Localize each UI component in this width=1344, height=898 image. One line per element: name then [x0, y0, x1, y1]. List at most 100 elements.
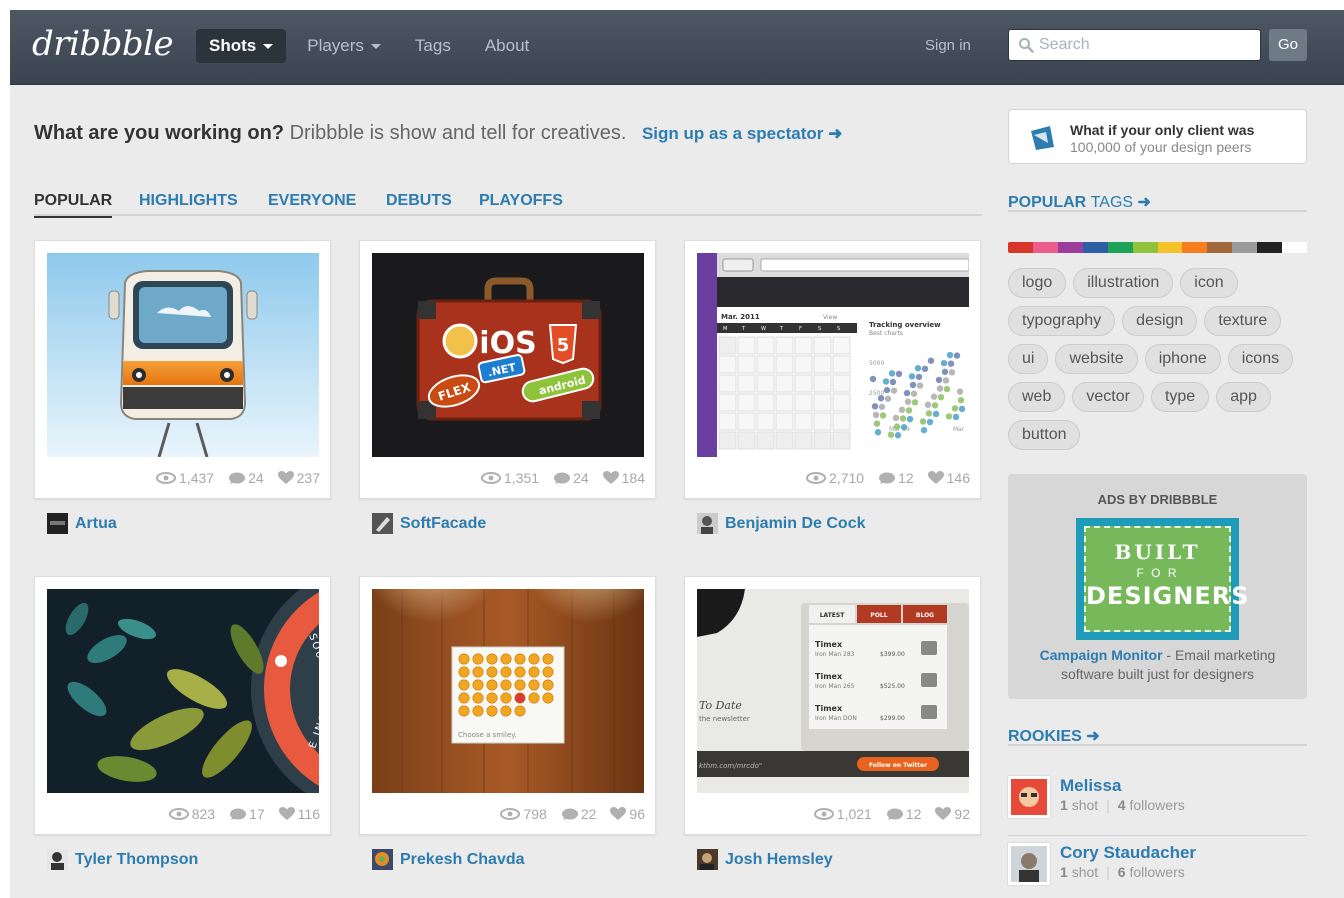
tag-pill[interactable]: design — [1122, 306, 1198, 336]
tag-pill[interactable]: button — [1008, 420, 1081, 450]
popular-tags-heading[interactable]: Popular Tags ➜ — [1008, 192, 1307, 212]
popular-tags-list: logo illustration icon typography design text… — [1008, 268, 1307, 450]
chart-dot — [921, 365, 929, 372]
tab-everyone[interactable]: Everyone — [268, 192, 356, 210]
search-input[interactable] — [1039, 32, 1257, 58]
tag-pill[interactable]: app — [1216, 382, 1271, 412]
shot-player[interactable]: SoftFacade — [372, 513, 486, 534]
smiley-icon — [472, 666, 484, 678]
tag-pill[interactable]: type — [1150, 382, 1210, 412]
tag-pill[interactable]: ui — [1008, 344, 1049, 374]
shot-player[interactable]: Benjamin De Cock — [697, 513, 865, 534]
shot-thumbnail[interactable]: SOUTH E INC. — [47, 589, 319, 793]
promo-banner[interactable]: What if your only client was 100,000 of … — [1008, 109, 1307, 164]
tag-pill[interactable]: website — [1055, 344, 1138, 374]
likes-stat[interactable]: 116 — [278, 806, 320, 822]
nav-players[interactable]: Players — [294, 29, 394, 63]
tram-illustration — [47, 253, 319, 457]
likes-stat[interactable]: 184 — [602, 470, 645, 486]
tab-playoffs[interactable]: Playoffs — [479, 192, 563, 210]
rookies-heading[interactable]: Rookies ➜ — [1008, 726, 1307, 746]
likes-stat[interactable]: 96 — [610, 806, 645, 822]
color-swatch[interactable] — [1057, 242, 1083, 253]
floral-illustration: SOUTH E INC. — [47, 589, 319, 793]
chart-dot — [942, 377, 950, 384]
dribbble-logo[interactable]: dribbble — [32, 24, 174, 64]
calendar-cell — [832, 431, 851, 450]
suitcase-illustration: iOS 5 .NET FLEX android — [372, 253, 644, 457]
shot-thumbnail[interactable]: Mar. 2011 View MTWTFSS Tracking overview… — [697, 253, 969, 457]
chart-dot — [871, 403, 879, 410]
rookie-item[interactable]: Cory Staudacher 1 shot | 6 followers — [1008, 843, 1307, 898]
color-swatch[interactable] — [1008, 242, 1033, 253]
shot-player[interactable]: Artua — [47, 513, 117, 534]
shot-thumbnail[interactable]: Choose a smiley. — [372, 589, 644, 793]
tag-pill[interactable]: illustration — [1073, 268, 1174, 298]
calendar-cell — [832, 412, 851, 431]
smiley-icon — [458, 679, 470, 691]
search-go-button[interactable]: Go — [1269, 29, 1307, 61]
likes-stat[interactable]: 146 — [927, 470, 970, 486]
stamp-line-3: DESIGNERS — [1086, 582, 1250, 610]
color-swatch[interactable] — [1232, 242, 1258, 253]
tag-pill[interactable]: texture — [1204, 306, 1282, 336]
comments-stat[interactable]: 12 — [878, 470, 914, 486]
shot-stats: 823 17 116 — [168, 806, 320, 822]
color-swatch[interactable] — [1282, 242, 1307, 253]
color-swatch[interactable] — [1257, 242, 1283, 253]
tag-pill[interactable]: icon — [1180, 268, 1238, 298]
nav-tags[interactable]: Tags — [402, 29, 464, 63]
tab-highlights[interactable]: Highlights — [139, 192, 238, 210]
color-swatch[interactable] — [1107, 242, 1133, 253]
likes-stat[interactable]: 92 — [935, 806, 970, 822]
chart-dot — [893, 423, 901, 430]
comments-stat[interactable]: 17 — [229, 806, 265, 822]
shot-player[interactable]: Tyler Thompson — [47, 849, 198, 870]
comments-stat[interactable]: 22 — [561, 806, 596, 822]
row-name: Timex — [815, 640, 843, 649]
comments-stat[interactable]: 24 — [553, 470, 589, 486]
comment-icon — [886, 808, 903, 820]
rookie-item[interactable]: Melissa 1 shot | 4 followers — [1008, 776, 1307, 836]
comments-stat[interactable]: 24 — [228, 470, 264, 486]
ads-brand-link[interactable]: Campaign Monitor — [1040, 647, 1163, 663]
intro-tagline: Dribbble is show and tell for creatives. — [289, 122, 627, 144]
color-swatch[interactable] — [1032, 242, 1058, 253]
chart-dot — [910, 390, 918, 397]
nav-shots[interactable]: Shots — [196, 29, 287, 63]
comments-stat[interactable]: 12 — [886, 806, 921, 822]
tag-pill[interactable]: web — [1008, 382, 1066, 412]
nav-about[interactable]: About — [472, 29, 542, 63]
shot-thumbnail[interactable] — [47, 253, 319, 457]
built-for-designers-stamp[interactable]: BUILT F O R DESIGNERS — [1076, 518, 1250, 640]
calendar-cell — [775, 431, 794, 450]
signup-spectator-link[interactable]: Sign up as a spectator ➜ — [642, 124, 842, 143]
shot-player[interactable]: Josh Hemsley — [697, 849, 833, 870]
sign-in-link[interactable]: Sign in — [925, 37, 971, 54]
tag-pill[interactable]: typography — [1008, 306, 1116, 336]
shot-thumbnail[interactable]: iOS 5 .NET FLEX android — [372, 253, 644, 457]
likes-stat[interactable]: 237 — [277, 470, 320, 486]
tag-pill[interactable]: vector — [1072, 382, 1144, 412]
tab-debuts[interactable]: Debuts — [386, 192, 452, 210]
tag-pill[interactable]: iphone — [1144, 344, 1221, 374]
shot-card: Mar. 2011 View MTWTFSS Tracking overview… — [684, 240, 981, 499]
chart-xtick: Mar — [953, 426, 965, 433]
shot-thumbnail[interactable]: LATEST POLL BLOG Timex Iron Man 283 $399… — [697, 589, 969, 793]
color-swatch[interactable] — [1182, 242, 1208, 253]
chart-dot — [932, 410, 940, 418]
views-count: 798 — [523, 806, 547, 822]
likes-count: 92 — [954, 806, 970, 822]
tag-pill[interactable]: logo — [1008, 268, 1067, 298]
search-box — [1008, 29, 1261, 61]
color-swatch[interactable] — [1207, 242, 1233, 253]
tab-popular[interactable]: Popular — [34, 192, 113, 218]
tag-pill[interactable]: icons — [1227, 344, 1294, 374]
color-swatch[interactable] — [1157, 242, 1183, 253]
chart-dot — [945, 413, 953, 420]
color-swatch[interactable] — [1082, 242, 1108, 253]
shot-player[interactable]: Prekesh Chavda — [372, 849, 525, 870]
calendar-cell — [718, 393, 737, 412]
chart-dot — [915, 373, 923, 381]
color-swatch[interactable] — [1132, 242, 1158, 253]
